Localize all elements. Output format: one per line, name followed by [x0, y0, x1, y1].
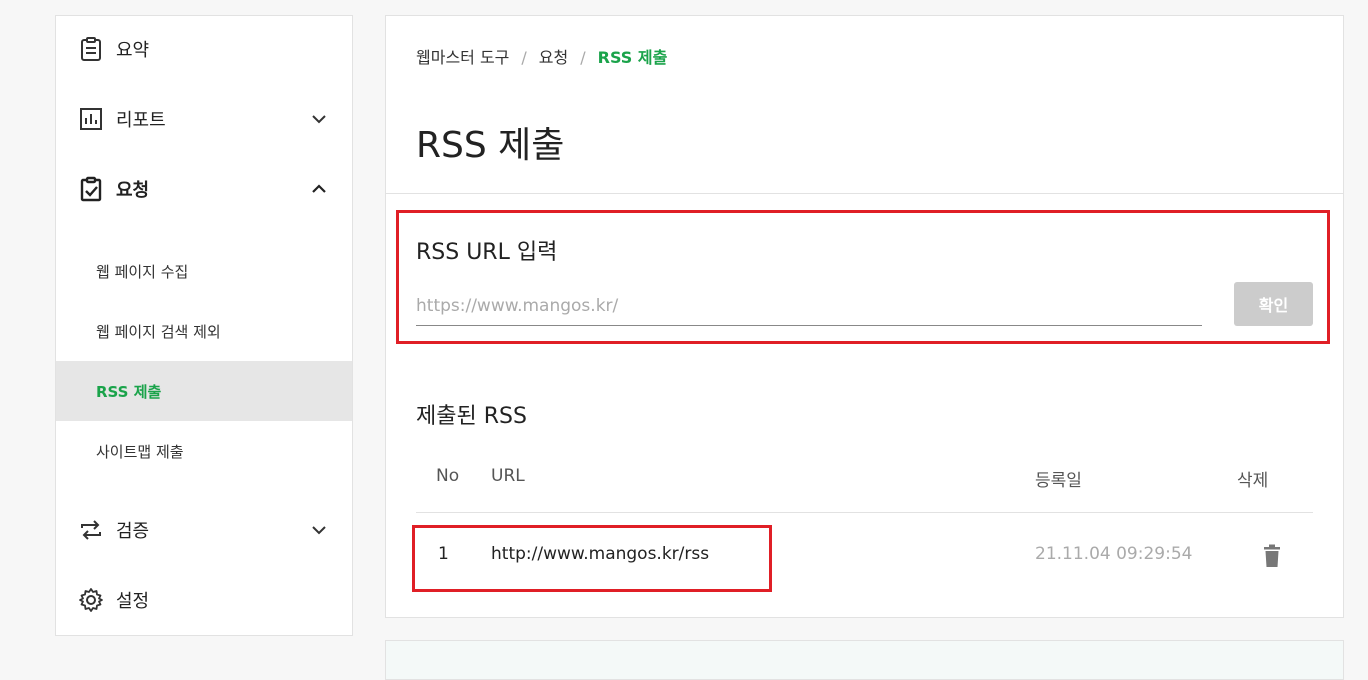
page-title: RSS 제출 [416, 125, 565, 166]
breadcrumb: 웹마스터 도구 / 요청 / RSS 제출 [416, 44, 667, 68]
sidebar-subitem-sitemap-submit[interactable]: 사이트맵 제출 [56, 421, 352, 481]
sidebar-item-verify[interactable]: 검증 [56, 500, 352, 560]
bar-chart-icon [80, 108, 102, 130]
rss-url-input[interactable] [416, 286, 1202, 326]
repeat-icon [81, 520, 101, 540]
sidebar-item-settings[interactable]: 설정 [56, 570, 352, 630]
chevron-up-icon[interactable] [310, 180, 328, 198]
sidebar-subitem-web-crawl[interactable]: 웹 페이지 수집 [56, 241, 352, 301]
sidebar-subitem-rss-submit[interactable]: RSS 제출 [56, 361, 352, 421]
sidebar: 요약 리포트 요청 웹 페이지 수집 웹 페이지 검색 제외 RSS 제출 사이… [55, 15, 353, 636]
sidebar-item-label: 설정 [116, 591, 150, 612]
clipboard-icon [81, 37, 101, 61]
sidebar-subitem-search-exclude[interactable]: 웹 페이지 검색 제외 [56, 301, 352, 361]
breadcrumb-item-request[interactable]: 요청 [539, 48, 568, 67]
gear-icon [79, 588, 103, 612]
column-header-url: URL [491, 466, 525, 486]
sidebar-item-label: 요청 [116, 180, 150, 201]
column-header-date: 등록일 [1035, 471, 1082, 491]
sidebar-item-label: 요약 [116, 40, 150, 61]
header-divider [386, 193, 1343, 194]
chevron-down-icon[interactable] [310, 521, 328, 539]
confirm-button[interactable]: 확인 [1234, 282, 1313, 326]
row-url: http://www.mangos.kr/rss [491, 544, 710, 564]
row-no: 1 [438, 544, 449, 564]
clipboard-check-icon [80, 176, 102, 202]
sidebar-item-label: 검증 [116, 521, 150, 542]
row-date: 21.11.04 09:29:54 [1035, 544, 1193, 564]
sidebar-item-summary[interactable]: 요약 [56, 19, 352, 79]
main-panel: 웹마스터 도구 / 요청 / RSS 제출 RSS 제출 RSS URL 입력 확인 제… [385, 15, 1344, 618]
breadcrumb-item-webmaster-tools[interactable]: 웹마스터 도구 [416, 48, 509, 67]
trash-icon[interactable] [1262, 544, 1282, 568]
sidebar-item-report[interactable]: 리포트 [56, 89, 352, 149]
column-header-delete: 삭제 [1237, 471, 1269, 491]
breadcrumb-separator: / [521, 48, 527, 67]
sidebar-subitem-label: 사이트맵 제출 [96, 442, 184, 461]
sidebar-subitem-label: 웹 페이지 수집 [96, 262, 189, 281]
column-header-no: No [436, 466, 460, 486]
breadcrumb-separator: / [580, 48, 586, 67]
sidebar-subitem-label: 웹 페이지 검색 제외 [96, 322, 221, 341]
sidebar-subitem-label: RSS 제출 [96, 382, 162, 401]
rss-input-title: RSS URL 입력 [416, 240, 558, 265]
submitted-rss-title: 제출된 RSS [416, 404, 527, 429]
sidebar-item-request[interactable]: 요청 [56, 159, 352, 219]
chevron-down-icon[interactable] [310, 110, 328, 128]
table-header-divider [416, 512, 1313, 513]
bottom-panel [385, 640, 1344, 680]
breadcrumb-item-current: RSS 제출 [597, 48, 668, 67]
sidebar-item-label: 리포트 [116, 110, 166, 131]
